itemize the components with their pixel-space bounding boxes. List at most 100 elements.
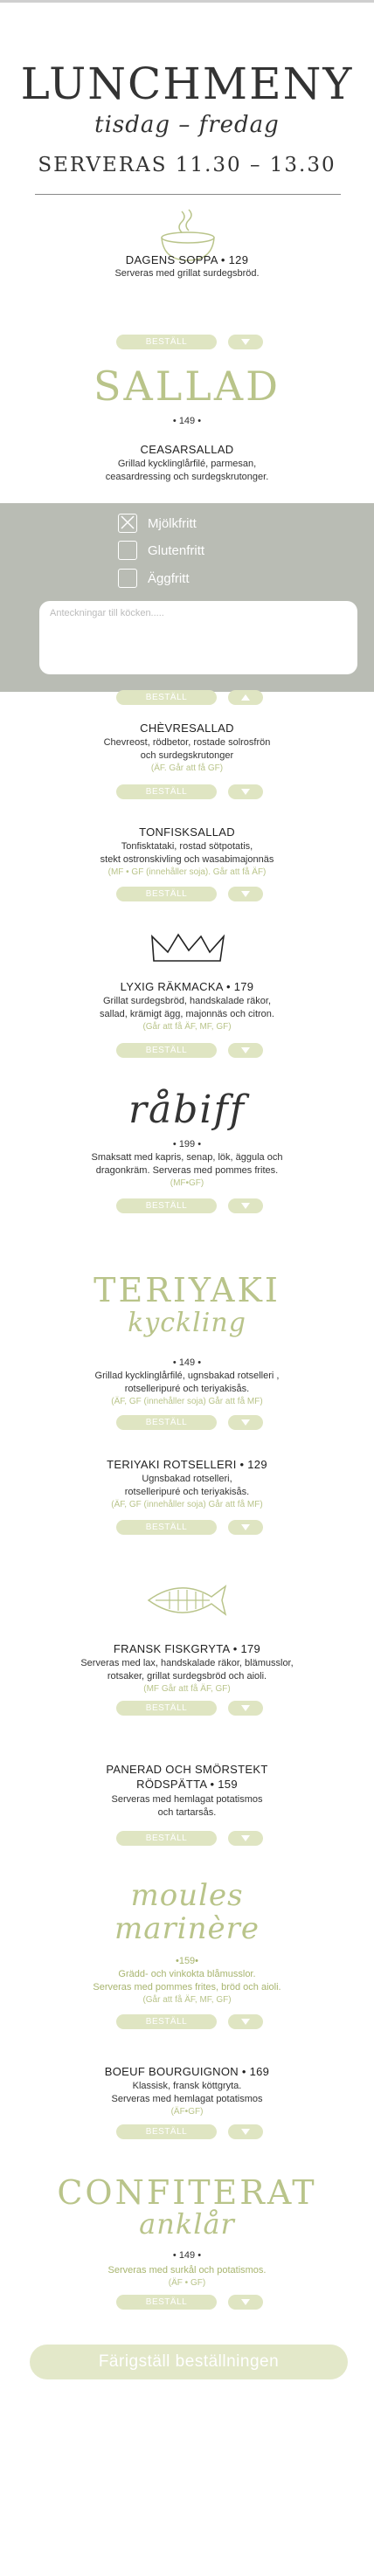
milk-free-label: Mjölkfritt xyxy=(148,516,197,531)
order-button[interactable]: BESTÄLL xyxy=(116,1701,217,1716)
order-button[interactable]: BESTÄLL xyxy=(116,1520,217,1535)
moules-price: •159• xyxy=(175,1956,199,1966)
teriyaki-heading-2: kyckling xyxy=(128,1308,246,1338)
teriyaki-desc-1: Grillad kycklinglårfilé, ugnsbakad rotse… xyxy=(94,1371,280,1381)
moules-note: (Går att få ÄF, MF, GF) xyxy=(142,1995,232,2005)
menu-days: tisdag – fredag xyxy=(94,112,280,138)
chevron-up-icon xyxy=(241,694,250,701)
chevre-actions: BESTÄLL xyxy=(116,784,265,799)
tonfisk-actions: BESTÄLL xyxy=(116,887,265,901)
rotselleri-note: (ÄF, GF (innehåller soja) Går att få MF) xyxy=(111,1500,263,1509)
caesar-actions: BESTÄLL xyxy=(116,690,265,705)
moules-desc-1: Grädd- och vinkokta blåmusslor. xyxy=(118,1969,256,1979)
milk-free-checkbox[interactable] xyxy=(118,514,137,533)
rabiff-note: (MF•GF) xyxy=(170,1178,204,1188)
rodspatta-desc-2: och tartarsås. xyxy=(157,1807,217,1818)
confit-actions: BESTÄLL xyxy=(116,2295,265,2310)
rotselleri-name: TERIYAKI ROTSELLERI • 129 xyxy=(107,1458,267,1471)
rabiff-desc-2: dragonkräm. Serveras med pommes frites. xyxy=(95,1165,279,1176)
confit-heading-1: CONFITERAT xyxy=(57,2173,317,2212)
chevron-down-icon xyxy=(241,2019,250,2025)
order-button[interactable]: BESTÄLL xyxy=(116,690,217,705)
chevron-down-icon xyxy=(241,1203,250,1209)
teriyaki-actions: BESTÄLL xyxy=(116,1415,265,1430)
confit-note: (ÄF • GF) xyxy=(168,2278,206,2288)
boeuf-name: BOEUF BOURGUIGNON • 169 xyxy=(104,2065,270,2078)
expand-button[interactable] xyxy=(228,1415,263,1430)
dagens-soppa-desc: Serveras med grillat surdegsbröd. xyxy=(114,268,260,279)
expand-button[interactable] xyxy=(228,1701,263,1716)
order-button[interactable]: BESTÄLL xyxy=(116,1043,217,1058)
order-button[interactable]: BESTÄLL xyxy=(116,1198,217,1213)
chevre-desc-1: Chevreost, rödbetor, rostade solrosfrön xyxy=(103,737,271,748)
fiskgryta-desc-2: rotsaker, grillat surdegsbröd och aioli. xyxy=(107,1671,267,1682)
dagens-soppa-name: DAGENS SOPPA • 129 xyxy=(125,253,249,266)
collapse-button[interactable] xyxy=(228,690,263,705)
rodspatta-desc-1: Serveras med hemlagat potatismos xyxy=(111,1794,263,1805)
moules-actions: BESTÄLL xyxy=(116,2014,265,2029)
teriyaki-heading-1: TERIYAKI xyxy=(94,1271,280,1309)
rabiff-price: • 199 • xyxy=(172,1139,202,1150)
rodspatta-name-2: RÖDSPÄTTA • 159 xyxy=(136,1778,238,1791)
chevron-down-icon xyxy=(241,339,250,345)
confit-heading-2: anklår xyxy=(139,2207,235,2241)
order-button[interactable]: BESTÄLL xyxy=(116,2124,217,2139)
order-button[interactable]: BESTÄLL xyxy=(116,335,217,349)
rotselleri-desc-2: rotselleripuré och teriyakisås. xyxy=(124,1487,250,1497)
expand-button[interactable] xyxy=(228,1520,263,1535)
gluten-free-checkbox[interactable] xyxy=(118,541,137,560)
boeuf-note: (ÄF•GF) xyxy=(170,2107,204,2117)
order-button[interactable]: BESTÄLL xyxy=(116,2014,217,2029)
fish-icon xyxy=(147,1585,227,1616)
moules-desc-2: Serveras med pommes frites, bröd och aio… xyxy=(93,1982,281,1992)
lyxig-actions: BESTÄLL xyxy=(116,1043,265,1058)
chevron-down-icon xyxy=(241,1524,250,1530)
chevron-down-icon xyxy=(241,891,250,897)
caesar-name: CEASARSALLAD xyxy=(140,443,234,456)
expand-button[interactable] xyxy=(228,2124,263,2139)
lyxig-name: LYXIG RÄKMACKA • 179 xyxy=(120,980,254,993)
rabiff-heading: råbiff xyxy=(128,1088,246,1132)
chevron-down-icon xyxy=(241,2299,250,2305)
tonfisk-name: TONFISKSALLAD xyxy=(139,825,235,839)
finish-order-button[interactable]: Färigställ beställningen xyxy=(30,2345,348,2379)
expand-button[interactable] xyxy=(228,1043,263,1058)
confit-desc: Serveras med surkål och potatismos. xyxy=(107,2265,267,2276)
teriyaki-note: (ÄF, GF (innehåller soja) Går att få MF) xyxy=(111,1397,263,1406)
expand-button[interactable] xyxy=(228,1831,263,1846)
order-button[interactable]: BESTÄLL xyxy=(116,1831,217,1846)
order-button[interactable]: BESTÄLL xyxy=(116,784,217,799)
expand-button[interactable] xyxy=(228,2295,263,2310)
moules-heading-1: moules xyxy=(130,1878,244,1913)
order-button[interactable]: BESTÄLL xyxy=(116,2295,217,2310)
menu-title: LUNCHMENY xyxy=(20,59,354,109)
fiskgryta-name: FRANSK FISKGRYTA • 179 xyxy=(113,1642,261,1655)
kitchen-notes-input[interactable] xyxy=(39,601,357,674)
chevron-down-icon xyxy=(241,1419,250,1426)
boeuf-desc-1: Klassisk, fransk köttgryta. xyxy=(132,2081,242,2091)
tonfisk-desc-1: Tonfisktataki, rostad sötpotatis, xyxy=(121,841,253,852)
expand-button[interactable] xyxy=(228,1198,263,1213)
moules-heading-2: marinère xyxy=(114,1911,260,1946)
sallad-heading: SALLAD xyxy=(94,363,280,410)
chevre-name: CHÈVRESALLAD xyxy=(140,722,234,735)
expand-button[interactable] xyxy=(228,784,263,799)
order-button[interactable]: BESTÄLL xyxy=(116,1415,217,1430)
fiskgryta-actions: BESTÄLL xyxy=(116,1701,265,1716)
chevron-down-icon xyxy=(241,789,250,795)
teriyaki-desc-2: rotselleripuré och teriyakisås. xyxy=(124,1384,250,1394)
teriyaki-price: • 149 • xyxy=(172,1357,202,1368)
expand-button[interactable] xyxy=(228,887,263,901)
egg-free-checkbox[interactable] xyxy=(118,569,137,588)
rabiff-actions: BESTÄLL xyxy=(116,1198,265,1213)
order-button[interactable]: BESTÄLL xyxy=(116,887,217,901)
chevron-down-icon xyxy=(241,1835,250,1841)
serving-hours: SERVERAS 11.30 – 13.30 xyxy=(38,154,336,176)
lyxig-desc-2: sallad, krämigt ägg, majonnäs och citron… xyxy=(100,1009,274,1019)
chevron-down-icon xyxy=(241,1047,250,1053)
chevre-note: (ÄF. Går att få GF) xyxy=(150,763,224,773)
expand-button[interactable] xyxy=(228,2014,263,2029)
top-border xyxy=(0,0,374,3)
expand-button[interactable] xyxy=(228,335,263,349)
chevre-desc-2: och surdegskrutonger xyxy=(140,750,234,761)
